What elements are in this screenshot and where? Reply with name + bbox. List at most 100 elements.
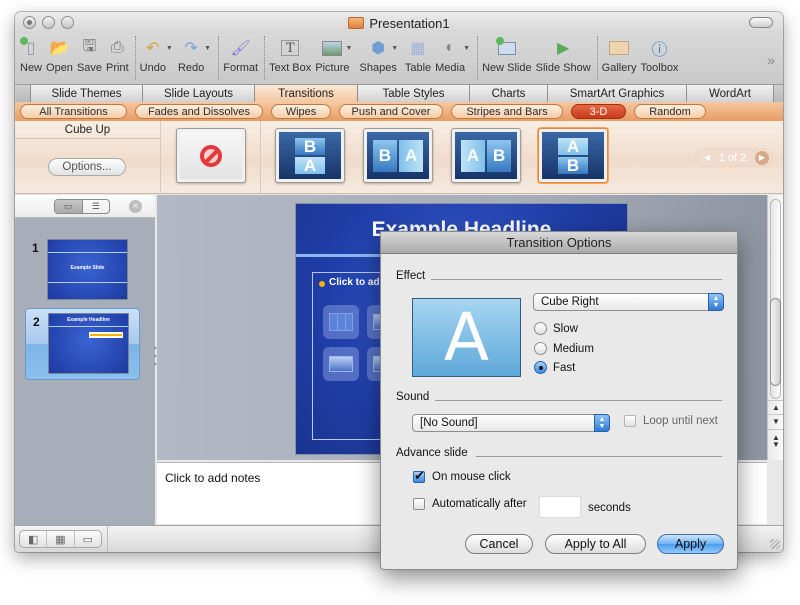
insert-table-icon[interactable] (323, 305, 359, 339)
slide-show-view-icon[interactable]: ▭ (75, 531, 101, 547)
apply-to-all-button[interactable]: Apply to All (545, 534, 646, 554)
seconds-input[interactable] (539, 496, 581, 518)
filter-random[interactable]: Random (634, 104, 706, 119)
scroll-thumb[interactable] (770, 298, 781, 386)
media-button[interactable]: ◐ ▼ Media (435, 34, 470, 74)
filter-all-transitions[interactable]: All Transitions (20, 104, 127, 119)
ribbon-divider (260, 121, 261, 194)
undo-dropdown-arrow-icon[interactable]: ▼ (166, 45, 173, 52)
notes-placeholder[interactable]: Click to add notes (165, 471, 260, 485)
on-mouse-click-checkbox[interactable]: On mouse click (413, 468, 511, 484)
media-dropdown-arrow-icon[interactable]: ▼ (463, 45, 470, 52)
toolbar-separator (218, 36, 220, 80)
filter-3d[interactable]: 3-D (571, 104, 626, 119)
zoom-window-button[interactable] (61, 16, 74, 29)
pager-prev-icon[interactable]: ◀ (704, 153, 710, 162)
media-label: Media (435, 62, 466, 74)
minimize-window-button[interactable] (42, 16, 55, 29)
speed-fast-radio[interactable]: Fast (534, 361, 575, 374)
toolbar-separator (477, 36, 479, 80)
transition-thumb-cube-right[interactable]: AB (451, 128, 521, 183)
tab-slide-layouts[interactable]: Slide Layouts (143, 85, 255, 103)
mini-table (89, 332, 123, 338)
ribbon-tabs-filler (774, 85, 783, 103)
new-button[interactable]: ▯ New (20, 34, 42, 74)
redo-button[interactable]: ↷ ▼ Redo (178, 34, 212, 74)
slide-show-button[interactable]: ▶ Slide Show (536, 34, 591, 74)
insert-picture-icon[interactable] (323, 347, 359, 381)
shapes-button[interactable]: ⬢ ▼ Shapes (360, 34, 399, 74)
speed-slow-radio[interactable]: Slow (534, 322, 578, 335)
outline-view-icon[interactable]: ☰ (83, 200, 110, 213)
automatically-after-checkbox[interactable]: Automatically after (413, 498, 527, 510)
gallery-button[interactable]: Gallery (602, 34, 637, 74)
new-slide-button[interactable]: New Slide (482, 34, 532, 74)
close-pane-icon[interactable]: × (129, 200, 142, 213)
speed-medium-radio[interactable]: Medium (534, 342, 594, 355)
slide-preview: Example Headline (48, 313, 129, 374)
transition-thumb-cube-up[interactable]: AB (538, 128, 608, 183)
filter-push-and-cover[interactable]: Push and Cover (339, 104, 443, 119)
cancel-button[interactable]: Cancel (465, 534, 533, 554)
transition-thumb-cube-left[interactable]: BA (363, 128, 433, 183)
view-buttons: ◧ ▦ ▭ (19, 530, 102, 548)
text-box-button[interactable]: T Text Box (269, 34, 311, 74)
slide-sorter-view-icon[interactable]: ▦ (47, 531, 75, 547)
page-nav-icon[interactable]: ▲ ▼ (768, 429, 783, 451)
select-stepper-icon: ▲ ▼ (708, 293, 724, 311)
effect-select-value: Cube Right (541, 296, 599, 308)
toolbox-button[interactable]: ⓘ Toolbox (641, 34, 679, 74)
tab-charts[interactable]: Charts (470, 85, 548, 103)
picture-button[interactable]: ▼ Picture (315, 34, 352, 74)
tab-wordart[interactable]: WordArt (687, 85, 774, 103)
normal-view-icon[interactable]: ◧ (20, 531, 48, 547)
new-slide-label: New Slide (482, 62, 532, 74)
effect-select[interactable]: Cube Right ▲ ▼ (533, 293, 724, 311)
undo-button[interactable]: ↶ ▼ Undo (140, 34, 173, 74)
print-button[interactable]: ⎙ Print (106, 34, 129, 74)
slide-thumbnail-1[interactable]: 1 Example Slide (25, 235, 140, 307)
options-button[interactable]: Options... (48, 158, 126, 176)
slide-thumbnail-2[interactable]: 2 Example Headline (25, 308, 140, 380)
ribbon-divider (160, 121, 161, 194)
redo-icon: ↷ ▼ (184, 40, 212, 57)
select-stepper-icon: ▲ ▼ (594, 414, 610, 432)
scroll-up-icon[interactable]: ▲ (768, 400, 783, 414)
mini-title: Example Slide (70, 265, 105, 271)
slide-preview: Example Slide (47, 239, 128, 300)
filter-fades-and-dissolves[interactable]: Fades and Dissolves (135, 104, 263, 119)
toolbar-toggle-button[interactable] (749, 17, 773, 28)
loop-until-next-label: Loop until next (643, 415, 718, 427)
tab-slide-themes[interactable]: Slide Themes (30, 85, 143, 103)
vertical-scrollbar[interactable]: ▲ ▼ ▲ ▼ (767, 195, 783, 460)
slides-view-icon[interactable]: ▭ (55, 200, 83, 213)
sound-select[interactable]: [No Sound] ▲ ▼ (412, 414, 610, 432)
toolbar-overflow-chevron-icon[interactable]: » (767, 52, 775, 68)
no-transition-icon (200, 144, 222, 167)
save-button[interactable]: 🖫 Save (77, 34, 102, 75)
format-button[interactable]: 🖌 Format (223, 34, 258, 74)
resize-grip-icon[interactable] (770, 539, 780, 549)
filter-stripes-and-bars[interactable]: Stripes and Bars (451, 104, 563, 119)
scroll-down-icon[interactable]: ▼ (768, 414, 783, 428)
close-window-button[interactable] (23, 16, 36, 29)
pager-next-icon[interactable]: ▶ (755, 150, 769, 165)
picture-dropdown-arrow-icon[interactable]: ▼ (345, 45, 352, 52)
open-button[interactable]: 📂 Open (46, 34, 73, 74)
effect-section-label: Effect (396, 270, 426, 282)
seconds-label: seconds (588, 502, 631, 514)
status-divider (107, 526, 108, 552)
filter-wipes[interactable]: Wipes (271, 104, 331, 119)
loop-until-next-checkbox[interactable]: Loop until next (624, 415, 718, 427)
transition-thumb-cube-down[interactable]: BA (275, 128, 345, 183)
redo-dropdown-arrow-icon[interactable]: ▼ (204, 45, 211, 52)
pager-label: 1 of 2 (718, 151, 747, 164)
shapes-dropdown-arrow-icon[interactable]: ▼ (391, 45, 398, 52)
transition-thumb-none[interactable] (176, 128, 246, 183)
table-button[interactable]: ▦ Table (405, 34, 431, 74)
apply-button[interactable]: Apply (657, 534, 724, 554)
tab-table-styles[interactable]: Table Styles (358, 85, 470, 103)
tab-smartart-graphics[interactable]: SmartArt Graphics (548, 85, 687, 103)
new-label: New (20, 62, 43, 74)
tab-transitions[interactable]: Transitions (255, 85, 358, 103)
